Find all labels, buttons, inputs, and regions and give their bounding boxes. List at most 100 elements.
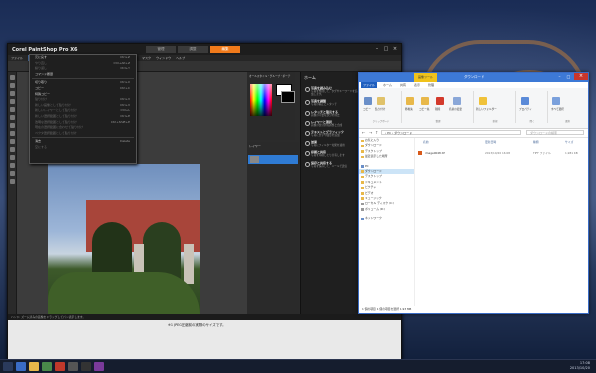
learn-item[interactable]: レイヤーと選択 画像の部分的な調整と合成 [301, 118, 363, 128]
clone-tool-icon[interactable] [9, 139, 15, 144]
minimize-icon[interactable]: – [373, 46, 381, 52]
minimize-icon[interactable]: – [555, 73, 564, 80]
tools-toolbar [8, 72, 17, 342]
nav-item-label: ダウンロード [365, 168, 382, 173]
learning-center-title: ホーム [304, 75, 316, 80]
learn-item[interactable]: 保存と共有する 写真を保存して、メールで送信 [301, 159, 363, 169]
learn-item[interactable]: テキストとグラフィック 写真に文字や図形を追加 [301, 128, 363, 138]
ie-icon[interactable] [16, 362, 26, 371]
paste-icon[interactable] [377, 97, 385, 105]
close-icon[interactable]: × [391, 46, 399, 52]
background-swatch[interactable] [281, 91, 295, 103]
file-row[interactable]: image0048.tif 2013/10/20 16:08 TIFF ファイル… [415, 150, 588, 156]
maximize-icon[interactable]: □ [564, 73, 573, 80]
ribbon-group-label: 新規 [492, 120, 498, 123]
red-eye-tool-icon[interactable] [9, 131, 15, 136]
star-icon [361, 139, 364, 142]
dropper-tool-icon[interactable] [9, 107, 15, 112]
pick-tool-icon[interactable] [9, 91, 15, 96]
navigation-pane: お気に入り ダウンロード デスクトップ 最近表示した場所 PC ダウンロード デ… [359, 138, 415, 306]
column-header-type[interactable]: 種類 [533, 140, 539, 144]
column-header-name[interactable]: 名前 [423, 140, 429, 144]
network-icon [361, 217, 364, 221]
picture-tools-context-tab[interactable]: 画像ツール [414, 73, 438, 82]
app-icon[interactable] [94, 362, 104, 371]
new-folder-icon[interactable] [479, 97, 487, 105]
select-all-icon[interactable] [552, 97, 560, 105]
rename-icon[interactable] [453, 97, 461, 105]
nav-item-label: ミュージック [365, 195, 382, 200]
nav-item-drive-d[interactable]: ボリューム (D:) [359, 207, 414, 212]
menu-item-label: 新しい選択範囲として貼り付け [35, 113, 77, 118]
file-type: TIFF ファイル [533, 151, 551, 155]
menu-item-label: ベクタ選択範囲として貼り付け [35, 130, 77, 135]
paint-brush-icon[interactable] [9, 155, 15, 160]
drive-icon [361, 202, 364, 206]
menu-item-empty[interactable]: 空にする [30, 145, 136, 151]
taskbar: 17:08 2013/10/20 [0, 359, 596, 373]
edit-menu-dropdown: 元に戻す Ctrl+Z やり直し Ctrl+Alt+Z 繰り返し Ctrl+Y コマン… [29, 54, 137, 164]
layer-row[interactable] [248, 155, 298, 164]
start-icon[interactable] [3, 362, 13, 371]
nav-item-label: デスクトップ [365, 174, 382, 179]
bridge-photo[interactable] [48, 164, 200, 314]
explorer-ribbon: コピー 貼り付け クリップボード 移動先 コピー先 削除 名前の変更 整理 新し… [359, 88, 588, 129]
scratch-remover-icon[interactable] [9, 147, 15, 152]
selection-tool-icon[interactable] [9, 99, 15, 104]
address-bar[interactable]: › PC › ダウンロード [381, 130, 521, 135]
menu-item-paste-vector[interactable]: ベクタ選択範囲として貼り付け [30, 131, 136, 137]
nav-item-label: PC [365, 163, 369, 168]
explorer-window: 画像ツール ダウンロード – □ × ファイル ホーム 共有 表示 管理 コピー… [358, 72, 589, 314]
menu-item-label: 新しいレイヤーとして貼り付け [35, 108, 77, 113]
move-to-icon[interactable] [406, 97, 414, 105]
clock[interactable]: 17:08 2013/10/20 [570, 361, 590, 371]
nav-item-network[interactable]: ネットワーク [359, 216, 414, 221]
footnote-text: ※1 JPEG圧縮前の実際のサイズです。 [168, 323, 226, 327]
search-input[interactable]: ダウンロードの検索 [526, 130, 584, 135]
copy-icon[interactable] [364, 97, 372, 105]
learn-item[interactable]: レタッチと復元する 画像の不要な部分を除去 [301, 108, 363, 118]
copy-to-icon[interactable] [421, 97, 429, 105]
color-spectrum[interactable] [250, 84, 272, 116]
column-header-size[interactable]: サイズ [565, 140, 573, 144]
close-icon[interactable]: × [574, 73, 588, 80]
app-icon[interactable] [55, 362, 65, 371]
eraser-tool-icon[interactable] [9, 163, 15, 168]
learn-item[interactable]: 写真を調整 写真の補正とレタッチ [301, 97, 363, 107]
pan-tool-icon[interactable] [9, 75, 15, 80]
menu-item-label: 貼り付け [35, 97, 48, 102]
maximize-icon[interactable]: □ [382, 46, 390, 52]
menu-item-label: コピー [35, 85, 45, 90]
tab-edit[interactable]: 編集 [210, 46, 240, 53]
up-arrow-icon[interactable]: ↑ [375, 130, 378, 135]
app-icon[interactable] [42, 362, 52, 371]
menu-item-history[interactable]: コマンド履歴 [30, 72, 136, 78]
paintshop-window: Corel PaintShop Pro X6 管理 調整 編集 – □ × ファ… [7, 43, 402, 361]
app-icon[interactable] [68, 362, 78, 371]
ribbon-group-label: 整理 [435, 120, 441, 123]
delete-icon[interactable] [436, 97, 444, 105]
zoom-tool-icon[interactable] [9, 83, 15, 88]
learn-item[interactable]: 効果 写真にフィルター効果を適用 [301, 138, 363, 148]
back-arrow-icon[interactable]: ← [362, 130, 365, 135]
learn-item[interactable]: 写真を読み込む 写真を整理して、タグやキーワードを追加します。 [301, 84, 363, 97]
straighten-tool-icon[interactable] [9, 123, 15, 128]
clock-date: 2013/10/20 [569, 366, 590, 370]
ribbon-group-label: 選択 [565, 120, 570, 123]
forward-arrow-icon[interactable]: → [369, 130, 372, 135]
learn-item-icon [305, 141, 310, 147]
learn-item-icon [305, 161, 310, 167]
copy-label: コピー [363, 108, 371, 111]
app-icon[interactable] [81, 362, 91, 371]
tab-adjust[interactable]: 調整 [178, 46, 208, 53]
text-tool-icon[interactable] [9, 171, 15, 176]
explorer-icon[interactable] [29, 362, 39, 371]
column-header-date[interactable]: 更新日時 [485, 140, 496, 144]
crop-tool-icon[interactable] [9, 115, 15, 120]
shape-tool-icon[interactable] [9, 179, 15, 184]
folder-icon [361, 192, 364, 195]
nav-item-recent[interactable]: 最近表示した場所 [359, 154, 414, 159]
tab-manage[interactable]: 管理 [146, 46, 176, 53]
learn-item[interactable]: 印刷と共有 写真を印刷したり共有します [301, 148, 363, 158]
properties-icon[interactable] [521, 97, 529, 105]
